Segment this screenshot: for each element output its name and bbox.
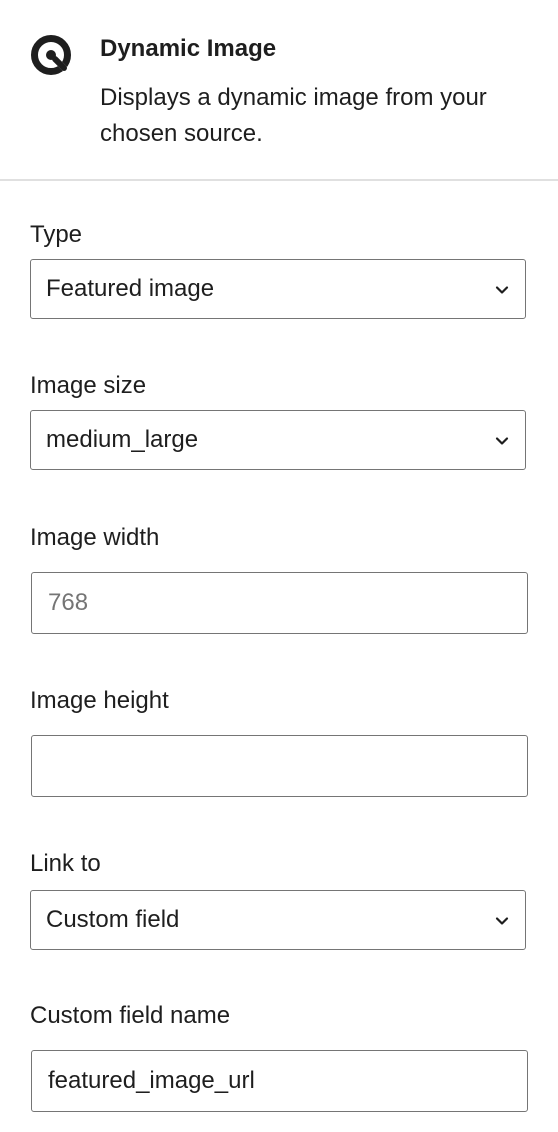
block-card: Dynamic Image Displays a dynamic image f… bbox=[0, 0, 558, 181]
image-size-select[interactable]: medium_large bbox=[30, 410, 526, 470]
type-select-value: Featured image bbox=[46, 275, 215, 302]
image-width-label: Image width bbox=[30, 524, 160, 551]
chevron-down-icon bbox=[495, 437, 509, 445]
chevron-down-icon bbox=[495, 286, 509, 294]
block-title: Dynamic Image bbox=[100, 35, 277, 62]
type-label: Type bbox=[30, 221, 83, 248]
link-to-label: Link to bbox=[30, 850, 101, 877]
image-size-select-value: medium_large bbox=[46, 426, 199, 453]
custom-field-name-input[interactable] bbox=[31, 1050, 528, 1112]
dynamic-image-icon bbox=[31, 35, 71, 75]
image-height-input[interactable] bbox=[31, 735, 528, 797]
image-size-label: Image size bbox=[30, 372, 147, 399]
image-height-label: Image height bbox=[30, 687, 169, 714]
block-description: Displays a dynamic image from your chose… bbox=[100, 84, 487, 147]
custom-field-name-label: Custom field name bbox=[30, 1002, 231, 1029]
chevron-down-icon bbox=[495, 917, 509, 925]
link-to-select-value: Custom field bbox=[46, 906, 180, 933]
image-width-input[interactable] bbox=[31, 572, 528, 634]
link-to-select[interactable]: Custom field bbox=[30, 890, 526, 950]
type-select[interactable]: Featured image bbox=[30, 259, 526, 319]
